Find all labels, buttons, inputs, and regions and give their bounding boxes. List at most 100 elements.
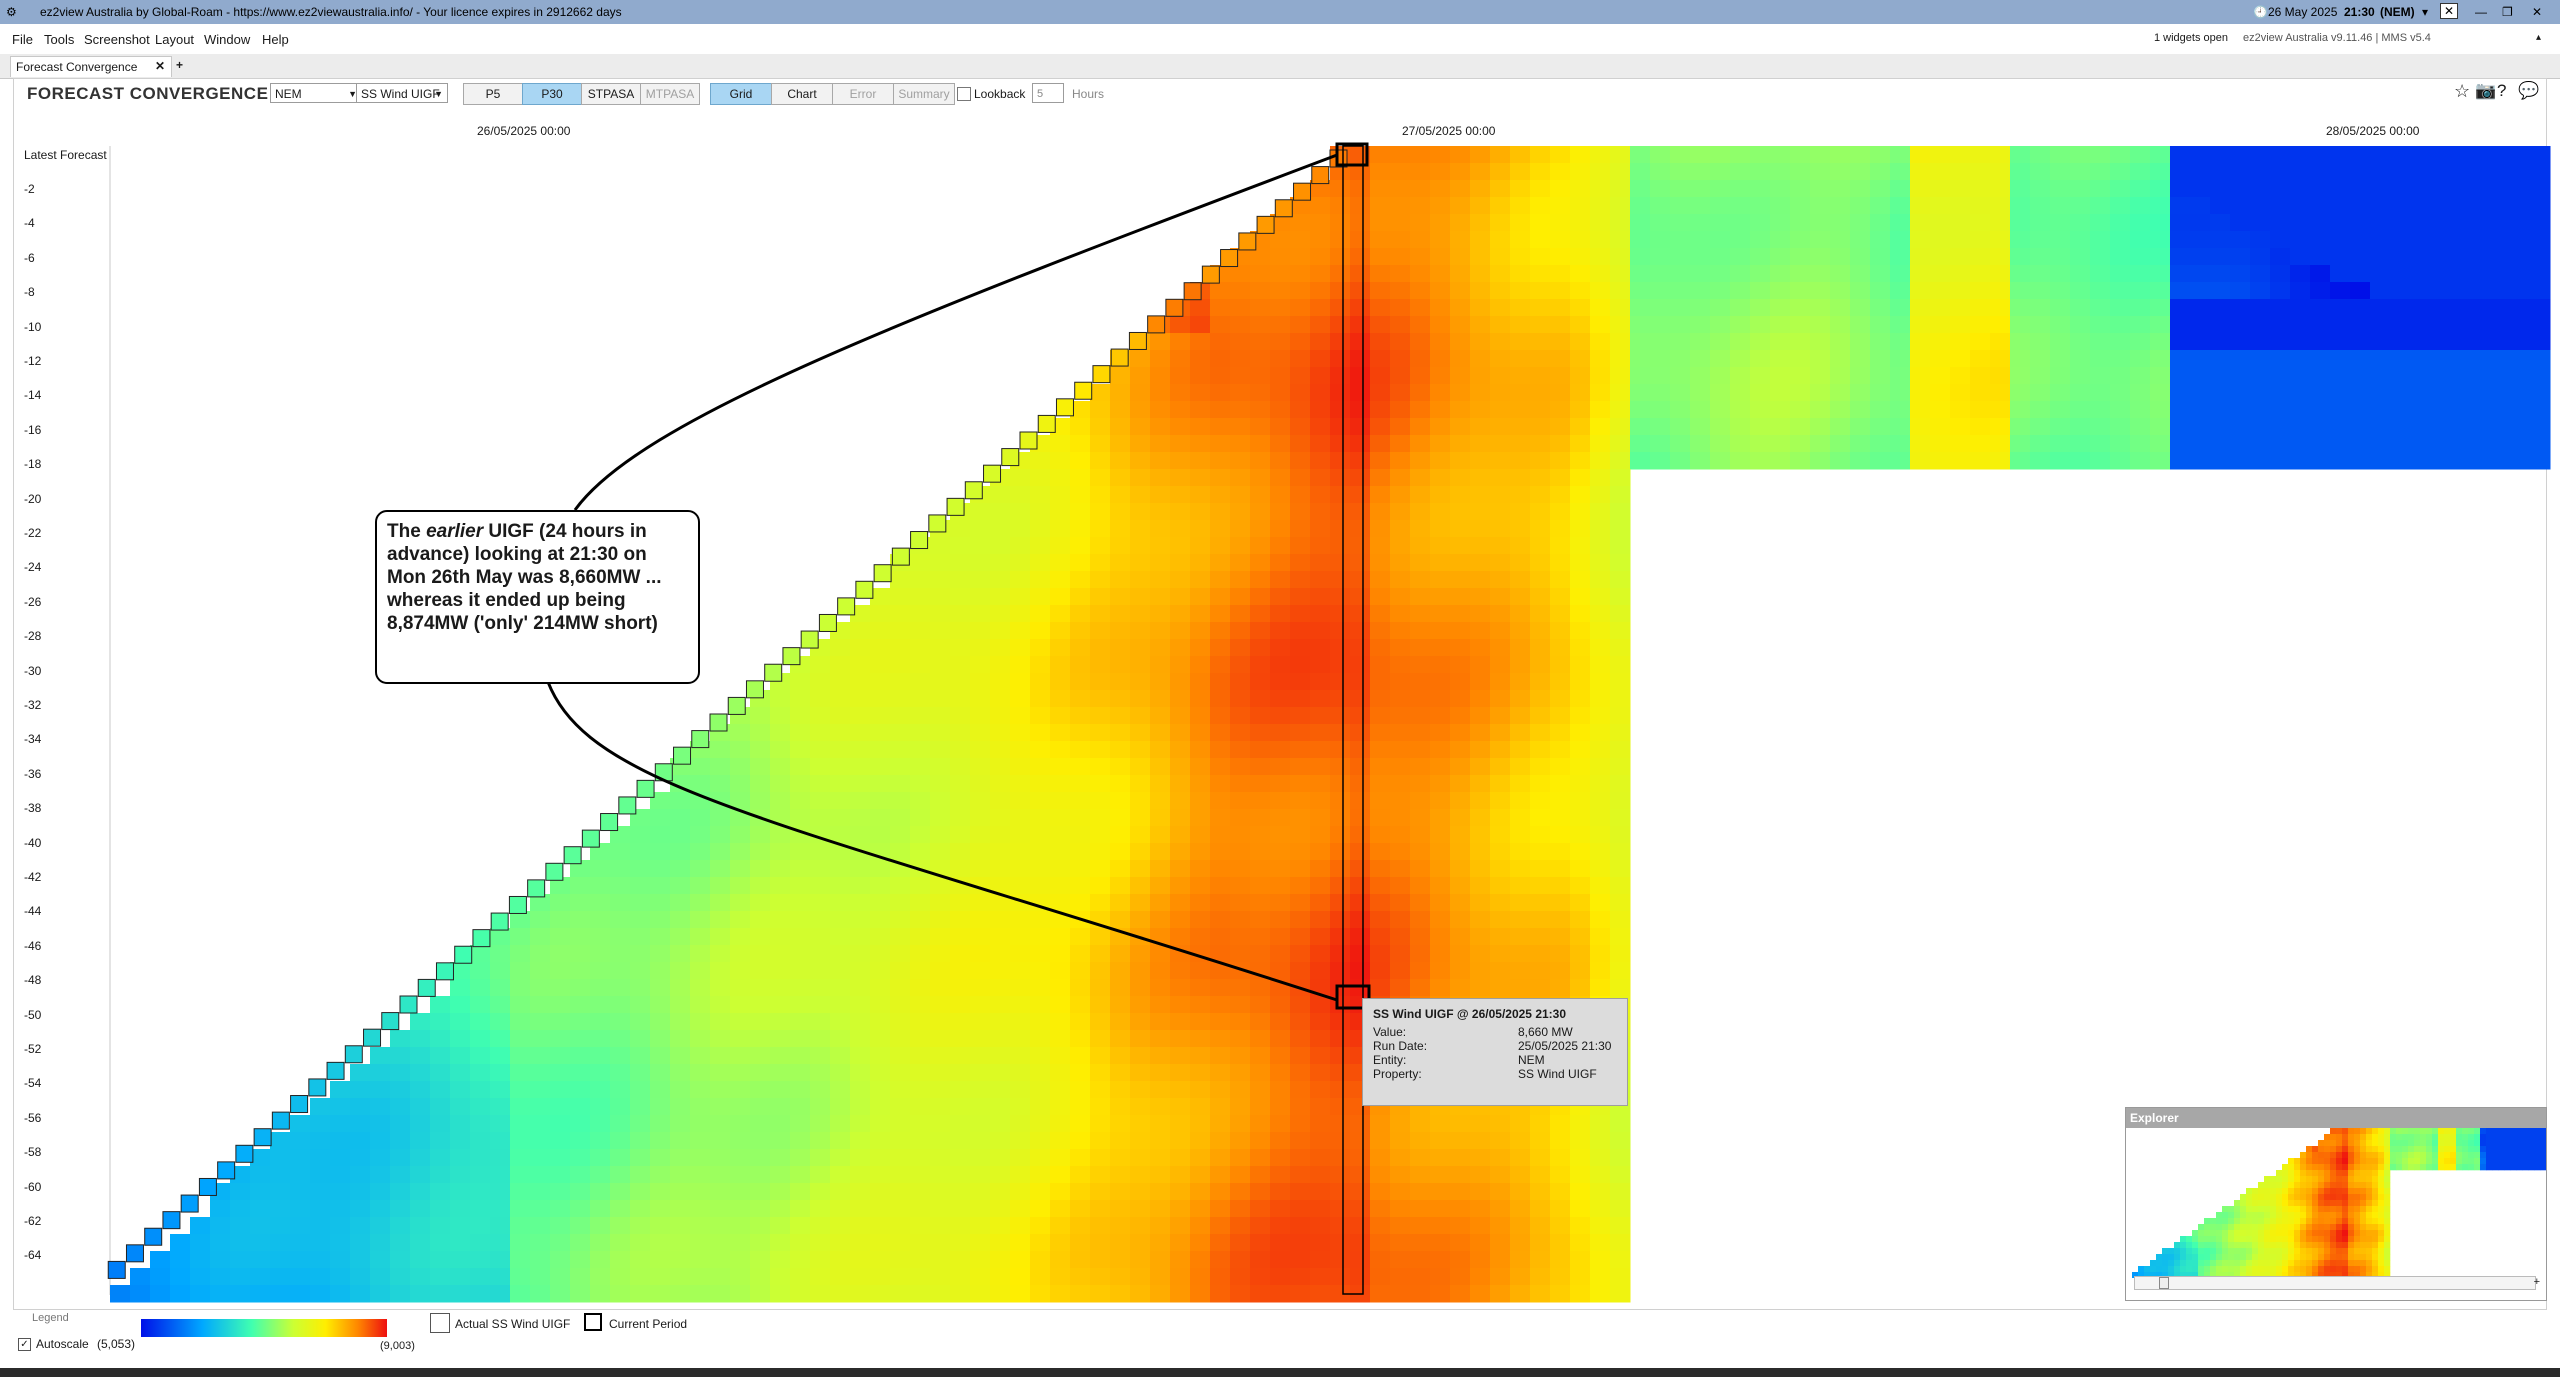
grid-cell[interactable] [1230, 401, 1251, 419]
grid-cell[interactable] [1990, 316, 2011, 334]
grid-cell[interactable] [1530, 350, 1551, 368]
grid-cell[interactable] [550, 1251, 571, 1269]
grid-cell[interactable] [1650, 452, 1671, 470]
grid-cell[interactable] [810, 1234, 831, 1252]
grid-cell[interactable] [1470, 367, 1491, 385]
actual-value-cell[interactable] [217, 1161, 236, 1180]
grid-cell[interactable] [1570, 146, 1591, 164]
grid-cell[interactable] [1190, 860, 1211, 878]
grid-cell[interactable] [1250, 469, 1271, 487]
grid-cell[interactable] [1470, 622, 1491, 640]
grid-cell[interactable] [1370, 401, 1391, 419]
grid-cell[interactable] [1570, 435, 1591, 453]
grid-cell[interactable] [930, 1115, 951, 1133]
grid-cell[interactable] [1390, 197, 1411, 215]
grid-cell[interactable] [1430, 350, 1451, 368]
grid-cell[interactable] [1490, 180, 1511, 198]
grid-cell[interactable] [830, 877, 851, 895]
grid-cell[interactable] [1270, 911, 1291, 929]
actual-value-cell[interactable] [125, 1244, 144, 1263]
grid-cell[interactable] [2210, 248, 2231, 266]
grid-cell[interactable] [1370, 1217, 1391, 1235]
grid-cell[interactable] [2430, 452, 2451, 470]
grid-cell[interactable] [1410, 367, 1431, 385]
grid-cell[interactable] [2390, 282, 2411, 300]
grid-cell[interactable] [1350, 265, 1371, 283]
grid-cell[interactable] [1410, 214, 1431, 232]
grid-cell[interactable] [850, 826, 871, 844]
grid-cell[interactable] [2330, 197, 2351, 215]
grid-cell[interactable] [1570, 588, 1591, 606]
grid-cell[interactable] [1050, 996, 1071, 1014]
grid-cell[interactable] [850, 962, 871, 980]
grid-cell[interactable] [1730, 231, 1751, 249]
grid-cell[interactable] [870, 1149, 891, 1167]
grid-cell[interactable] [1170, 588, 1191, 606]
grid-cell[interactable] [490, 945, 511, 963]
grid-cell[interactable] [1570, 384, 1591, 402]
grid-cell[interactable] [850, 1200, 871, 1218]
grid-cell[interactable] [1430, 265, 1451, 283]
actual-value-cell[interactable] [1238, 232, 1257, 251]
grid-cell[interactable] [2290, 282, 2311, 300]
grid-cell[interactable] [2390, 163, 2411, 181]
grid-cell[interactable] [1410, 197, 1431, 215]
grid-cell[interactable] [1310, 775, 1331, 793]
grid-cell[interactable] [2310, 384, 2331, 402]
grid-cell[interactable] [590, 1115, 611, 1133]
grid-cell[interactable] [950, 792, 971, 810]
grid-cell[interactable] [1030, 843, 1051, 861]
grid-cell[interactable] [950, 1115, 971, 1133]
grid-cell[interactable] [2010, 282, 2031, 300]
grid-cell[interactable] [1410, 282, 1431, 300]
grid-cell[interactable] [1090, 962, 1111, 980]
grid-cell[interactable] [1970, 163, 1991, 181]
grid-cell[interactable] [1310, 520, 1331, 538]
grid-cell[interactable] [550, 945, 571, 963]
grid-cell[interactable] [950, 690, 971, 708]
grid-cell[interactable] [290, 1166, 311, 1184]
grid-cell[interactable] [590, 928, 611, 946]
grid-cell[interactable] [1510, 792, 1531, 810]
grid-cell[interactable] [930, 537, 951, 555]
grid-cell[interactable] [670, 860, 691, 878]
grid-cell[interactable] [1310, 197, 1331, 215]
grid-cell[interactable] [870, 690, 891, 708]
grid-cell[interactable] [870, 1030, 891, 1048]
grid-cell[interactable] [1850, 163, 1871, 181]
grid-cell[interactable] [1190, 299, 1211, 317]
grid-cell[interactable] [790, 1098, 811, 1116]
grid-cell[interactable] [690, 843, 711, 861]
grid-cell[interactable] [1030, 911, 1051, 929]
grid-cell[interactable] [1030, 962, 1051, 980]
grid-cell[interactable] [1170, 418, 1191, 436]
grid-cell[interactable] [2110, 248, 2131, 266]
grid-cell[interactable] [1730, 333, 1751, 351]
grid-cell[interactable] [1510, 707, 1531, 725]
grid-cell[interactable] [1130, 775, 1151, 793]
grid-cell[interactable] [1570, 469, 1591, 487]
grid-cell[interactable] [2130, 282, 2151, 300]
grid-cell[interactable] [790, 1081, 811, 1099]
grid-cell[interactable] [730, 826, 751, 844]
grid-cell[interactable] [850, 758, 871, 776]
grid-cell[interactable] [1610, 486, 1631, 504]
grid-cell[interactable] [1430, 945, 1451, 963]
grid-cell[interactable] [2350, 248, 2371, 266]
grid-cell[interactable] [2490, 367, 2511, 385]
grid-cell[interactable] [870, 758, 891, 776]
grid-cell[interactable] [370, 1149, 391, 1167]
grid-cell[interactable] [970, 758, 991, 776]
grid-cell[interactable] [1270, 503, 1291, 521]
grid-cell[interactable] [890, 1200, 911, 1218]
grid-cell[interactable] [1590, 1183, 1611, 1201]
grid-cell[interactable] [270, 1132, 291, 1150]
grid-cell[interactable] [1470, 350, 1491, 368]
grid-cell[interactable] [1110, 520, 1131, 538]
grid-cell[interactable] [710, 1183, 731, 1201]
grid-cell[interactable] [1490, 690, 1511, 708]
grid-cell[interactable] [1170, 1098, 1191, 1116]
grid-cell[interactable] [1330, 537, 1351, 555]
grid-cell[interactable] [170, 1251, 191, 1269]
grid-cell[interactable] [1710, 163, 1731, 181]
